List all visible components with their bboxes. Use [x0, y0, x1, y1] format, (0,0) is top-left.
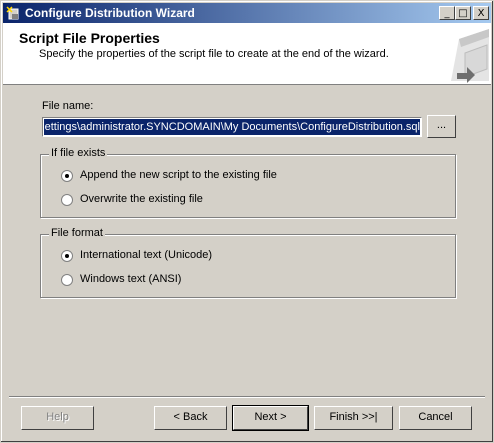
- page-title: Script File Properties: [19, 30, 160, 46]
- wizard-banner-icon: [421, 23, 491, 84]
- ansi-radio[interactable]: [61, 274, 73, 286]
- unicode-radio[interactable]: [61, 250, 73, 262]
- help-button[interactable]: Help: [21, 406, 94, 430]
- file-name-label: File name:: [42, 100, 94, 112]
- append-radio[interactable]: [61, 170, 73, 182]
- ansi-label: Windows text (ANSI): [80, 273, 182, 285]
- footer-divider: [9, 396, 485, 398]
- back-button[interactable]: < Back: [154, 406, 227, 430]
- cancel-button[interactable]: Cancel: [399, 406, 472, 430]
- file-name-input[interactable]: Settings\administrator.SYNCDOMAIN\My Doc…: [42, 117, 422, 137]
- maximize-button[interactable]: □: [455, 6, 471, 20]
- page-subtitle: Specify the properties of the script fil…: [39, 48, 389, 60]
- minimize-button[interactable]: _: [439, 6, 455, 20]
- if-file-exists-group: [40, 154, 456, 218]
- wizard-app-icon: [6, 6, 19, 20]
- overwrite-radio[interactable]: [61, 194, 73, 206]
- window-title: Configure Distribution Wizard: [25, 6, 195, 20]
- unicode-label: International text (Unicode): [80, 249, 213, 261]
- wizard-window: Configure Distribution Wizard _ □ X Scri…: [0, 0, 494, 443]
- overwrite-label: Overwrite the existing file: [80, 193, 203, 205]
- next-button[interactable]: Next >: [232, 405, 309, 431]
- file-format-label: File format: [49, 227, 105, 239]
- file-format-group: [40, 234, 456, 298]
- append-label: Append the new script to the existing fi…: [80, 169, 277, 181]
- if-file-exists-label: If file exists: [49, 147, 108, 159]
- wizard-header: Script File Properties Specify the prope…: [3, 23, 491, 85]
- close-button[interactable]: X: [473, 6, 489, 20]
- browse-button[interactable]: ...: [427, 115, 456, 138]
- title-bar[interactable]: Configure Distribution Wizard _ □ X: [3, 3, 491, 23]
- finish-button[interactable]: Finish >>|: [314, 406, 393, 430]
- file-name-value: Settings\administrator.SYNCDOMAIN\My Doc…: [44, 119, 420, 135]
